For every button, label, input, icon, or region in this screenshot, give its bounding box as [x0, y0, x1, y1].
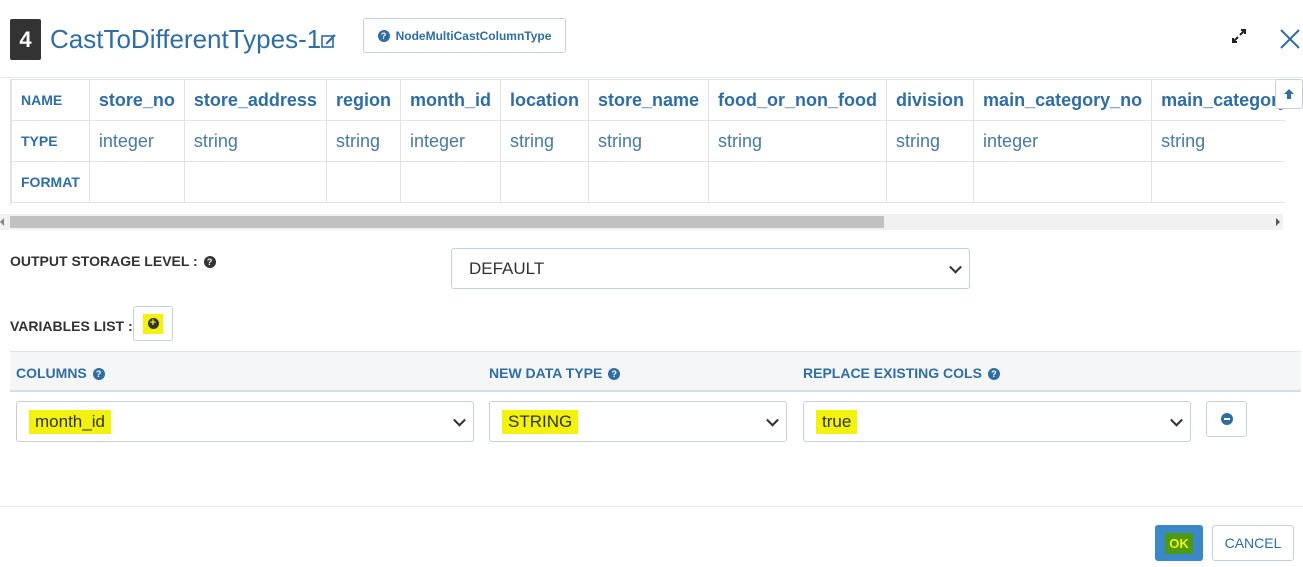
chevron-down-icon — [1170, 413, 1183, 427]
row-label-type: TYPE — [11, 120, 90, 162]
schema-grid: NAME store_no store_address region month… — [10, 79, 1285, 205]
horizontal-scrollbar[interactable] — [0, 214, 1283, 230]
column-type-cell: integer — [973, 120, 1153, 162]
column-type-cell: integer — [399, 120, 501, 162]
replace-existing-header-label: REPLACE EXISTING COLS — [803, 365, 982, 381]
column-format-cell[interactable] — [973, 161, 1153, 203]
column-format-cell[interactable] — [325, 161, 401, 203]
schema-format-row: FORMAT — [11, 161, 1285, 203]
column-select[interactable]: month_id — [16, 401, 474, 442]
column-name-cell: main_category_name — [1151, 79, 1285, 121]
column-format-cell[interactable] — [183, 161, 327, 203]
minus-circle-icon — [1220, 413, 1233, 425]
replace-existing-select[interactable]: true — [803, 401, 1191, 442]
add-variable-button[interactable]: + — [133, 306, 173, 341]
column-type-cell: string — [499, 120, 589, 162]
output-storage-value: DEFAULT — [469, 258, 545, 278]
variables-table-header: COLUMNS ? NEW DATA TYPE ? REPLACE EXISTI… — [10, 351, 1301, 392]
variables-list-label: VARIABLES LIST : — [10, 318, 133, 334]
output-storage-label-wrap: OUTPUT STORAGE LEVEL : ? — [10, 253, 216, 269]
new-data-type-select[interactable]: STRING — [489, 401, 787, 442]
help-icon[interactable]: ? — [92, 368, 105, 380]
header-divider — [0, 77, 1303, 78]
output-storage-select[interactable]: DEFAULT — [451, 248, 970, 289]
row-label-format: FORMAT — [11, 161, 90, 203]
arrow-up-icon — [1284, 89, 1294, 99]
column-type-cell: string — [587, 120, 710, 162]
help-icon[interactable]: ? — [203, 256, 216, 268]
column-type-cell: string — [886, 120, 975, 162]
column-select-value: month_id — [29, 409, 111, 434]
step-number-badge: 4 — [10, 19, 41, 60]
column-format-cell[interactable] — [587, 161, 710, 203]
chevron-down-icon — [949, 260, 962, 274]
remove-variable-button[interactable] — [1206, 401, 1247, 437]
column-type-cell: integer — [88, 120, 185, 162]
plus-circle-icon: + — [147, 318, 159, 329]
column-type-cell: string — [183, 120, 327, 162]
edit-icon[interactable] — [321, 33, 337, 49]
help-circle-icon: ? — [377, 29, 390, 42]
column-name-cell: location — [499, 79, 589, 121]
column-name-cell: food_or_non_food — [708, 79, 888, 121]
chevron-down-icon — [453, 413, 466, 427]
scroll-top-button[interactable] — [1275, 79, 1303, 109]
column-format-cell[interactable] — [708, 161, 888, 203]
new-data-type-header: NEW DATA TYPE ? — [489, 365, 621, 381]
expand-icon[interactable] — [1230, 27, 1248, 45]
node-title: CastToDifferentTypes-1 — [50, 24, 322, 54]
column-type-cell: string — [1151, 120, 1285, 162]
replace-existing-header: REPLACE EXISTING COLS ? — [803, 365, 1000, 381]
close-icon[interactable] — [1278, 27, 1302, 51]
columns-header-label: COLUMNS — [16, 365, 87, 381]
help-icon[interactable]: ? — [608, 368, 621, 380]
column-format-cell[interactable] — [399, 161, 501, 203]
scroll-left-arrow[interactable] — [0, 218, 4, 226]
output-storage-label: OUTPUT STORAGE LEVEL : — [10, 253, 198, 269]
new-data-type-header-label: NEW DATA TYPE — [489, 365, 603, 381]
add-icon-highlight: + — [143, 313, 163, 334]
chevron-down-icon — [766, 413, 779, 427]
column-name-cell: store_address — [183, 79, 327, 121]
replace-existing-value: true — [816, 409, 858, 434]
schema-type-row: TYPE integer string string integer strin… — [11, 120, 1285, 162]
help-icon[interactable]: ? — [987, 368, 1000, 380]
column-name-cell: month_id — [399, 79, 501, 121]
scroll-right-arrow[interactable] — [1276, 218, 1280, 226]
column-type-cell: string — [708, 120, 888, 162]
column-format-cell[interactable] — [499, 161, 589, 203]
column-name-cell: store_no — [88, 79, 185, 121]
column-name-cell: region — [325, 79, 401, 121]
node-type-button[interactable]: ? NodeMultiCastColumnType — [363, 18, 566, 53]
cancel-button[interactable]: CANCEL — [1212, 525, 1294, 561]
column-format-cell[interactable] — [1151, 161, 1285, 203]
column-type-cell: string — [325, 120, 401, 162]
footer-divider — [0, 506, 1303, 507]
column-name-cell: division — [886, 79, 975, 121]
ok-button-label: OK — [1165, 532, 1193, 554]
column-format-cell[interactable] — [886, 161, 975, 203]
column-name-cell: main_category_no — [973, 79, 1153, 121]
schema-name-row: NAME store_no store_address region month… — [11, 79, 1285, 121]
row-label-name: NAME — [11, 79, 90, 121]
ok-button[interactable]: OK — [1155, 525, 1203, 561]
scrollbar-thumb[interactable] — [10, 216, 884, 228]
new-data-type-value: STRING — [502, 409, 579, 434]
columns-header: COLUMNS ? — [16, 365, 105, 381]
cancel-button-label: CANCEL — [1224, 535, 1282, 551]
column-format-cell[interactable] — [88, 161, 185, 203]
column-name-cell: store_name — [587, 79, 710, 121]
node-type-label: NodeMultiCastColumnType — [395, 28, 552, 43]
